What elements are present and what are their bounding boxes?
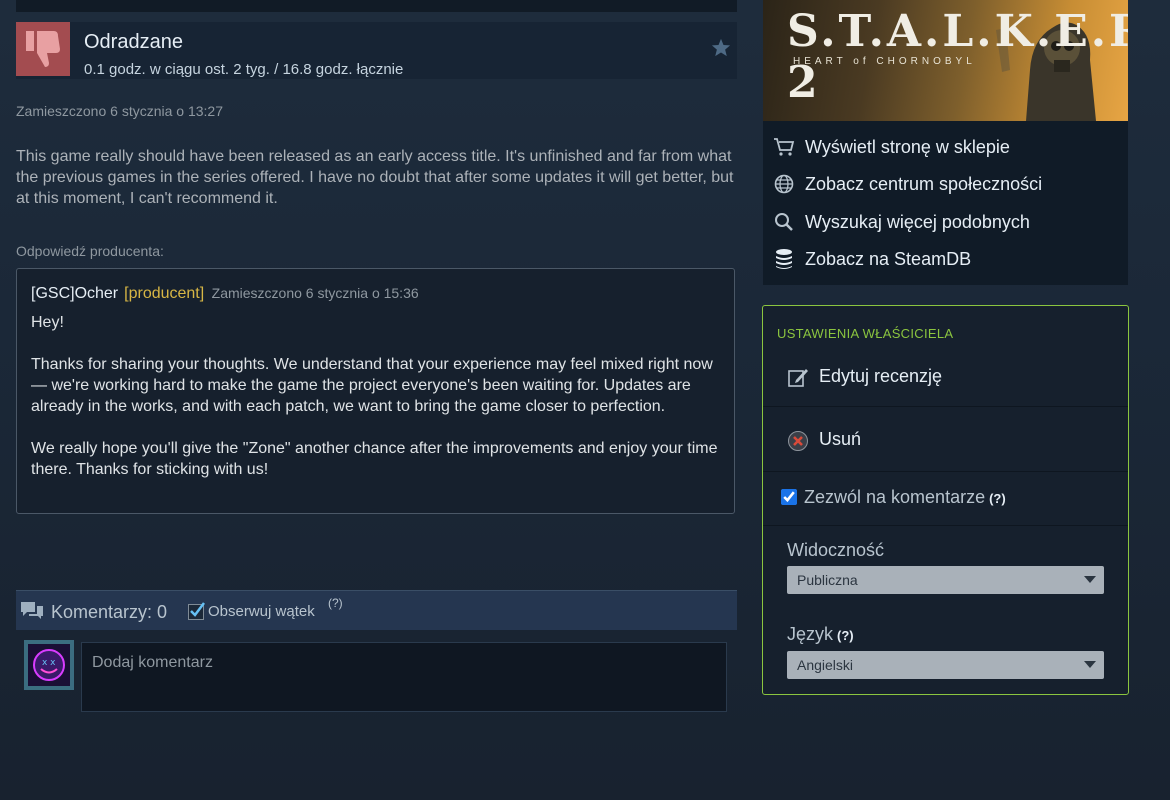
language-value: Angielski	[797, 657, 854, 673]
comments-bubble-icon	[20, 601, 44, 626]
owner-settings-title: USTAWIENIA WŁAŚCICIELA	[777, 326, 954, 341]
owner-settings-panel: USTAWIENIA WŁAŚCICIELA Edytuj recenzję U…	[762, 305, 1129, 695]
follow-checkbox[interactable]	[188, 601, 205, 620]
allow-comments-text: Zezwól na komentarze	[804, 487, 986, 507]
language-label-text: Język	[787, 624, 834, 644]
delete-review-button[interactable]: Usuń	[763, 406, 1128, 472]
follow-help-icon[interactable]: (?)	[328, 596, 343, 610]
allow-comments-toggle[interactable]: Zezwól na komentarze (?)	[763, 471, 1128, 526]
playtime-hours: 0.1 godz. w ciągu ost. 2 tyg. / 16.8 god…	[84, 61, 404, 78]
language-label: Język (?)	[787, 624, 854, 645]
search-icon	[771, 211, 797, 233]
avatar[interactable]: x x	[24, 640, 74, 690]
language-help-icon[interactable]: (?)	[837, 628, 854, 643]
edit-review-label: Edytuj recenzję	[819, 366, 943, 386]
community-hub-link[interactable]: Zobacz centrum społeczności	[771, 173, 1042, 195]
allow-comments-label: Zezwól na komentarze (?)	[804, 487, 1006, 508]
chevron-down-icon	[1084, 661, 1096, 668]
avatar-image: x x	[28, 644, 70, 686]
developer-response: [GSC]Ocher [producent] Zamieszczono 6 sty…	[16, 268, 735, 514]
comments-count: Komentarzy: 0	[51, 602, 168, 622]
game-banner[interactable]: S.T.A.L.K.E.R. 2 HEART of CHORNOBYL	[763, 0, 1128, 121]
developer-tag: [producent]	[124, 285, 205, 302]
comment-placeholder: Dodaj komentarz	[92, 654, 213, 671]
game-subtitle: HEART of CHORNOBYL	[793, 56, 976, 67]
language-select[interactable]: Angielski	[787, 651, 1104, 679]
chevron-down-icon	[1084, 576, 1096, 583]
visibility-label: Widoczność	[787, 540, 885, 560]
allow-comments-help-icon[interactable]: (?)	[989, 491, 1006, 506]
edit-icon	[787, 366, 809, 393]
globe-icon	[771, 173, 797, 195]
store-page-link[interactable]: Wyświetl stronę w sklepie	[771, 136, 1010, 158]
find-similar-label: Wyszukaj więcej podobnych	[805, 211, 1030, 232]
find-similar-link[interactable]: Wyszukaj więcej podobnych	[771, 211, 1030, 233]
steamdb-label: Zobacz na SteamDB	[805, 248, 972, 269]
developer-response-header: [GSC]Ocher [producent] Zamieszczono 6 sty…	[31, 285, 419, 303]
developer-response-paragraph: Hey!	[31, 314, 64, 331]
game-card: S.T.A.L.K.E.R. 2 HEART of CHORNOBYL Wyśw…	[763, 0, 1128, 285]
star-icon[interactable]	[711, 38, 731, 62]
developer-response-time: Zamieszczono 6 stycznia o 15:36	[211, 285, 419, 301]
review-verdict: Odradzane	[84, 31, 183, 53]
steamdb-link[interactable]: Zobacz na SteamDB	[771, 248, 971, 270]
delete-review-label: Usuń	[819, 429, 862, 449]
edit-review-button[interactable]: Edytuj recenzję	[763, 346, 1128, 407]
store-page-label: Wyświetl stronę w sklepie	[805, 136, 1010, 157]
community-hub-label: Zobacz centrum społeczności	[805, 173, 1043, 194]
review-header: Odradzane 0.1 godz. w ciągu ost. 2 tyg. …	[16, 22, 737, 79]
follow-thread-toggle[interactable]: Obserwuj wątek	[188, 601, 315, 620]
comments-bar: Komentarzy: 0 Obserwuj wątek (?)	[16, 590, 737, 630]
database-icon	[771, 248, 797, 270]
developer-response-paragraph: We really hope you'll give the "Zone" an…	[31, 440, 718, 478]
allow-comments-checkbox[interactable]	[781, 489, 797, 505]
comment-input[interactable]: Dodaj komentarz	[81, 642, 727, 712]
delete-icon	[787, 430, 809, 457]
visibility-value: Publiczna	[797, 572, 858, 588]
follow-thread-label: Obserwuj wątek	[208, 603, 315, 620]
developer-response-paragraph: Thanks for sharing your thoughts. We und…	[31, 356, 713, 415]
thumbs-down-icon	[16, 22, 70, 76]
developer-response-label: Odpowiedź producenta:	[16, 243, 164, 259]
visibility-select[interactable]: Publiczna	[787, 566, 1104, 594]
review-posted-date: Zamieszczono 6 stycznia o 13:27	[16, 103, 223, 119]
developer-name[interactable]: [GSC]Ocher	[31, 285, 118, 302]
cart-icon	[771, 136, 797, 158]
svg-text:x x: x x	[42, 658, 56, 668]
developer-response-text: Hey! Thanks for sharing your thoughts. W…	[31, 312, 731, 501]
top-strip	[16, 0, 737, 12]
review-body: This game really should have been releas…	[16, 148, 734, 207]
